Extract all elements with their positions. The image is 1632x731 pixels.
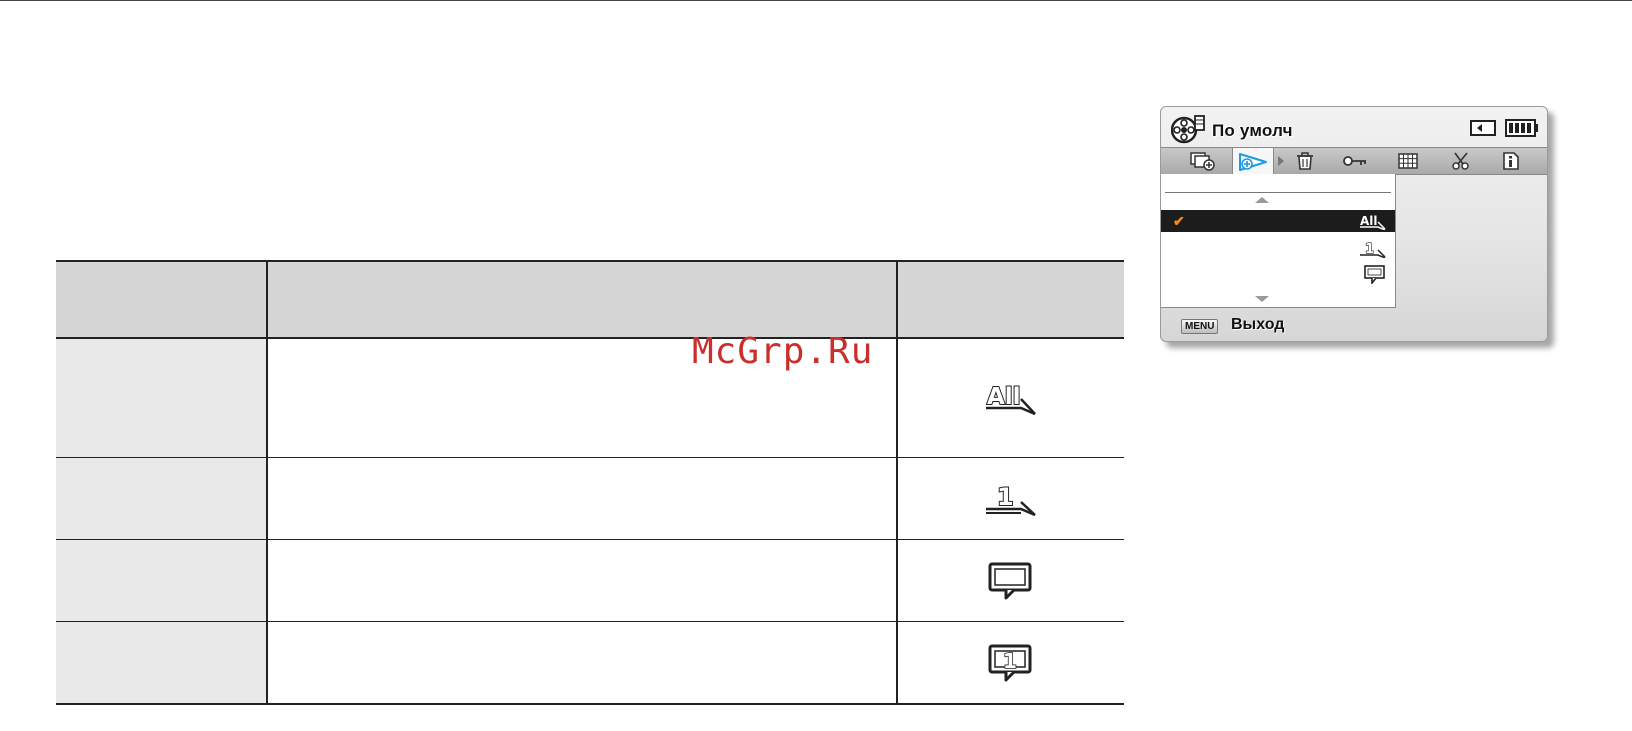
header-cell-display <box>898 262 1124 337</box>
scroll-up-icon[interactable] <box>1255 197 1269 203</box>
file-info-icon <box>1503 152 1519 170</box>
menu-tab-bar <box>1161 147 1547 175</box>
option-repeat-all[interactable] <box>1161 262 1395 284</box>
menu-button[interactable]: MENU <box>1181 319 1219 334</box>
film-reel-icon <box>1171 115 1205 144</box>
exit-label: Выход <box>1231 316 1285 333</box>
play-one-icon: 1 <box>1360 241 1386 258</box>
watermark: McGrp.Ru <box>692 331 874 372</box>
header-cell-item <box>56 262 266 337</box>
screen-title-bar: По умолч <box>1161 107 1547 145</box>
play-all-icon-text: All <box>987 384 1021 410</box>
delete-icon <box>1297 152 1313 170</box>
repeat-one-icon: 1 <box>988 644 1032 681</box>
tab-delete[interactable] <box>1285 148 1325 174</box>
play-option-icon <box>1239 152 1267 171</box>
repeat-all-icon <box>988 562 1032 599</box>
submenu-divider <box>1165 192 1391 193</box>
table-row <box>56 540 1124 622</box>
battery-icon <box>1505 119 1538 137</box>
tab-multi-view[interactable] <box>1183 148 1223 174</box>
repeat-one-icon-text: 1 <box>1003 649 1017 673</box>
play-all-icon: All <box>986 383 1037 415</box>
play-all-icon: All <box>1360 214 1386 230</box>
table-header <box>56 260 1124 339</box>
tab-arrow-icon <box>1278 156 1284 166</box>
play-one-icon-text: 1 <box>997 483 1014 511</box>
protect-key-icon <box>1343 156 1366 166</box>
top-rule <box>0 0 1632 1</box>
check-icon: ✔ <box>1173 213 1185 229</box>
play-option-table: All 1 1 <box>56 260 1124 705</box>
table-row: 1 <box>56 458 1124 540</box>
tab-edit[interactable] <box>1441 148 1481 174</box>
option-play-one[interactable]: 1 <box>1161 238 1395 260</box>
tab-file-info[interactable] <box>1491 148 1531 174</box>
table-row: All <box>56 339 1124 458</box>
screen-bottom-bar: MENU Выход <box>1161 309 1547 341</box>
option-play-all-icon-text: All <box>1360 214 1378 228</box>
repeat-all-icon <box>1364 265 1385 284</box>
tab-play-option[interactable] <box>1232 148 1274 175</box>
scroll-down-icon[interactable] <box>1255 296 1269 302</box>
header-cell-content <box>265 262 899 337</box>
option-play-all[interactable]: ✔ All <box>1161 210 1395 232</box>
screen-title: По умолч <box>1212 121 1293 140</box>
thumbnail-grid-icon <box>1398 153 1418 169</box>
play-one-icon: 1 <box>986 482 1037 516</box>
memory-card-icon <box>1470 120 1496 136</box>
multi-view-icon <box>1190 152 1215 171</box>
camcorder-menu-screen: По умолч ✔ All 1 MENU Выход <box>1160 106 1548 342</box>
table-row: 1 <box>56 622 1124 705</box>
tab-protect[interactable] <box>1335 148 1375 174</box>
play-option-submenu: ✔ All 1 <box>1161 174 1396 308</box>
tab-thumbnail[interactable] <box>1388 148 1428 174</box>
edit-scissors-icon <box>1452 152 1469 170</box>
